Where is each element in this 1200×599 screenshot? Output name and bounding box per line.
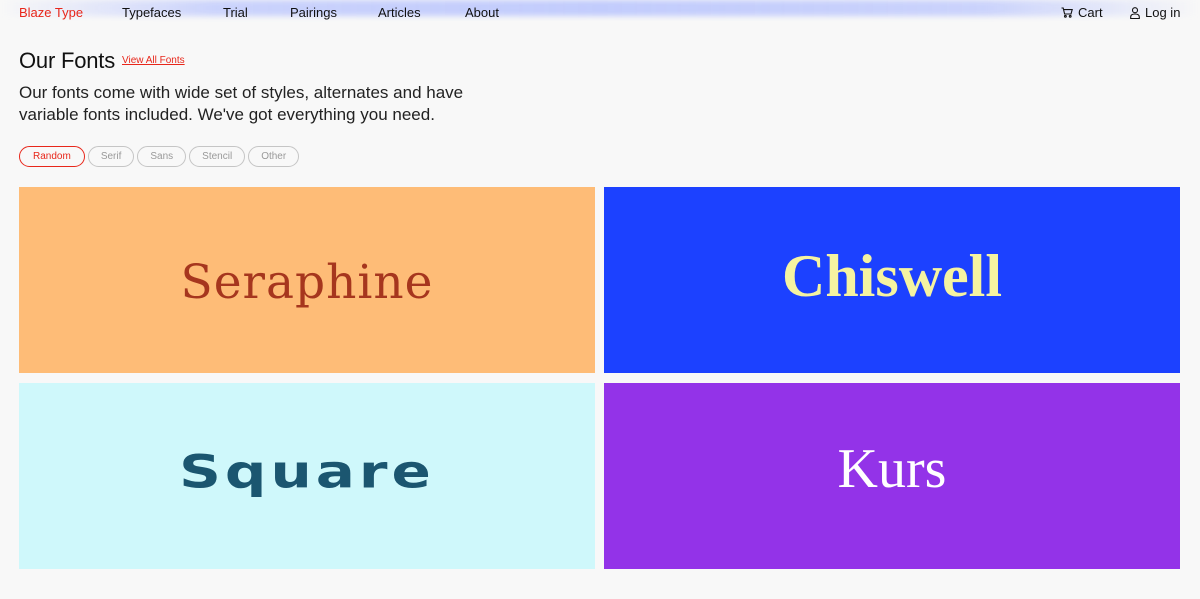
- cart-icon: [1061, 7, 1073, 18]
- font-name: Seraphine: [180, 254, 434, 310]
- font-card-chiswell[interactable]: Chiswell: [604, 187, 1180, 373]
- user-icon: [1130, 6, 1140, 19]
- login-link[interactable]: Log in: [1130, 5, 1180, 20]
- cart-label: Cart: [1078, 5, 1103, 20]
- font-name: Chiswell: [781, 242, 1003, 309]
- section-lead-text: Our fonts come with wide set of styles, …: [19, 83, 464, 124]
- filter-chip-sans[interactable]: Sans: [137, 146, 187, 167]
- nav-item-about[interactable]: About: [465, 5, 499, 20]
- filter-chip-stencil[interactable]: Stencil: [189, 146, 246, 167]
- font-name: Kurs: [837, 438, 947, 500]
- login-label: Log in: [1145, 5, 1181, 20]
- font-card-seraphine[interactable]: Seraphine: [19, 187, 595, 373]
- nav-item-trial[interactable]: Trial: [223, 5, 248, 20]
- top-navigation: Blaze Type Typefaces Trial Pairings Arti…: [0, 0, 1200, 26]
- font-name: Square: [179, 445, 435, 499]
- section-title: Our Fonts: [19, 48, 116, 73]
- cart-link[interactable]: Cart: [1061, 5, 1103, 20]
- font-card-square[interactable]: Square: [19, 383, 595, 569]
- brand-logo-link[interactable]: Blaze Type: [19, 5, 83, 20]
- nav-item-pairings[interactable]: Pairings: [290, 5, 337, 20]
- nav-item-typefaces[interactable]: Typefaces: [122, 5, 181, 20]
- filter-chip-serif[interactable]: Serif: [87, 146, 135, 167]
- nav-item-articles[interactable]: Articles: [378, 5, 421, 20]
- view-all-fonts-link[interactable]: View All Fonts: [122, 55, 185, 66]
- filter-chip-other[interactable]: Other: [248, 146, 300, 167]
- filter-chips: Random Serif Sans Stencil Other: [19, 146, 300, 167]
- filter-chip-random[interactable]: Random: [19, 146, 85, 167]
- font-card-kurs[interactable]: Kurs: [604, 383, 1180, 569]
